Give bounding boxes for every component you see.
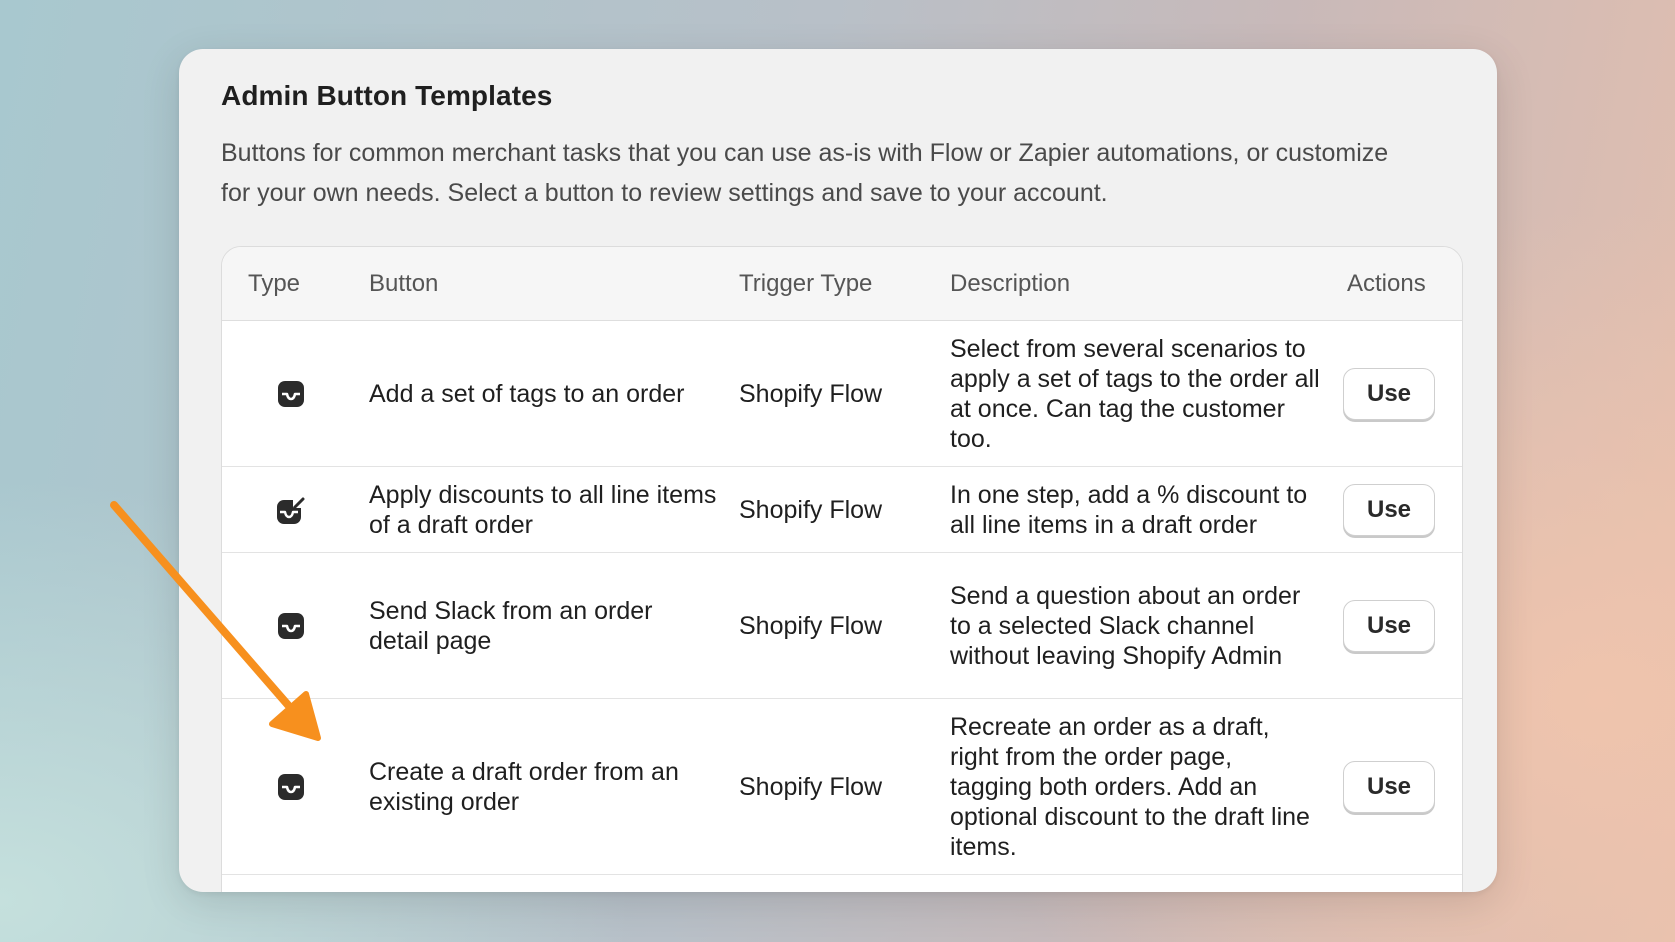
table-row: Create a draft order from an existing or… (222, 699, 1462, 875)
header-actions: Actions (1347, 270, 1426, 297)
row-description: Send a question about an order to a sele… (950, 581, 1301, 670)
header-button: Button (369, 270, 439, 297)
trigger-type: Shopify Flow (739, 611, 883, 640)
inbox-tray-icon (276, 380, 306, 408)
edit-tray-icon (276, 495, 306, 525)
table-header: Type Button Trigger Type Description Act… (222, 247, 1462, 321)
table-row: Add a set of tags to an order Shopify Fl… (222, 321, 1462, 467)
header-trigger-type: Trigger Type (739, 270, 873, 297)
use-button[interactable]: Use (1343, 367, 1435, 420)
trigger-type: Shopify Flow (739, 495, 883, 524)
row-description: Select from several scenarios to apply a… (950, 334, 1320, 453)
admin-button-templates-card: Admin Button Templates Buttons for commo… (179, 49, 1497, 892)
button-name: Create a draft order from an existing or… (369, 757, 679, 816)
card-title: Admin Button Templates (221, 80, 553, 111)
trigger-type: Shopify Flow (739, 379, 883, 408)
use-button[interactable]: Use (1343, 599, 1435, 652)
trigger-type: Shopify Flow (739, 772, 883, 801)
card-description: Buttons for common merchant tasks that y… (221, 139, 1389, 207)
templates-table: Type Button Trigger Type Description Act… (221, 246, 1463, 892)
header-description: Description (950, 270, 1071, 297)
row-description: Recreate an order as a draft, right from… (950, 712, 1310, 861)
row-description: In one step, add a % discount to all lin… (950, 480, 1308, 539)
use-button[interactable]: Use (1343, 483, 1435, 536)
button-name: Add a set of tags to an order (369, 379, 685, 408)
inbox-tray-icon (276, 612, 306, 640)
inbox-tray-icon (276, 773, 306, 801)
table-row: Apply discounts to all line items of a d… (222, 467, 1462, 553)
button-name: Apply discounts to all line items of a d… (369, 480, 717, 539)
button-name: Send Slack from an order detail page (369, 596, 653, 655)
use-button[interactable]: Use (1343, 760, 1435, 813)
table-row: Send Slack from an order detail page Sho… (222, 553, 1462, 699)
header-type: Type (248, 270, 301, 297)
